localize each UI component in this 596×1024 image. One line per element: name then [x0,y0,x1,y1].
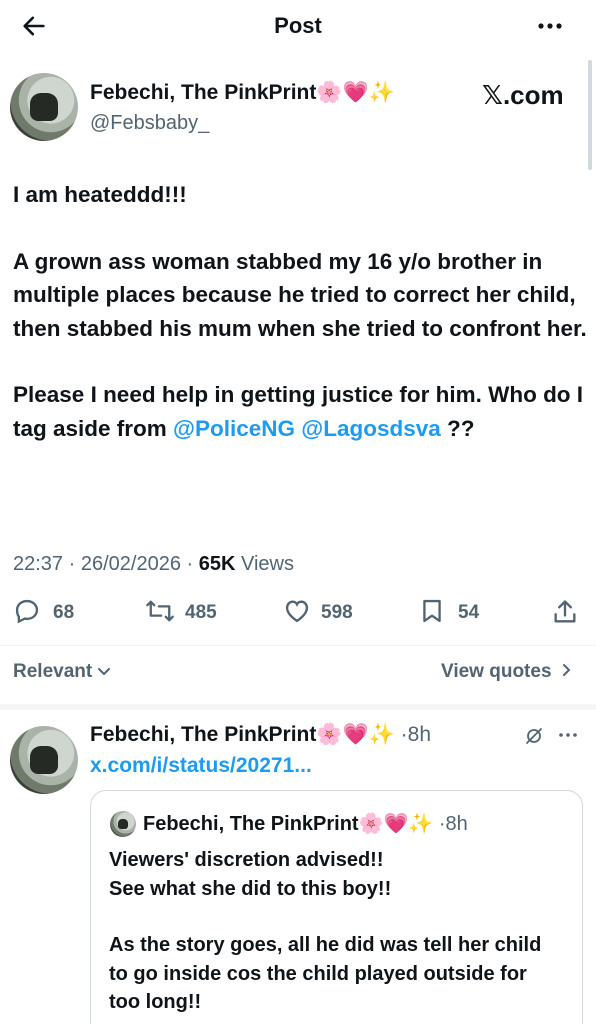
post-meta: 22:37 · 26/02/2026 · 65K Views [13,553,294,575]
view-quotes-link[interactable]: View quotes [441,661,572,683]
grok-slash-icon[interactable] [523,725,545,747]
quote-author-name: Febechi, The PinkPrint [143,813,359,835]
view-quotes-label: View quotes [441,661,552,682]
quote-line-2: See what she did to this boy!! [109,877,392,900]
quote-author-row: Febechi, The PinkPrint🌸💗✨ ·8h [143,811,468,836]
reply-count: 68 [53,602,75,623]
divider-bottom [0,704,596,710]
post-paragraph-2: A grown ass woman stabbed my 16 y/o brot… [13,248,587,341]
post-paragraph-3-text: Please I need help in getting justice fo… [13,382,584,441]
mention-policeng[interactable]: @PoliceNG [173,416,295,441]
reply-link[interactable]: x.com/i/status/20271... [90,754,312,778]
reply-author-row[interactable]: Febechi, The PinkPrint🌸💗✨ ·8h [90,722,431,747]
bookmark-action[interactable]: 54 [418,598,479,628]
reply-author-name[interactable]: Febechi, The PinkPrint [90,723,316,746]
post-date[interactable]: 26/02/2026 [81,553,181,575]
views-count: 65K [198,553,236,575]
reply-time[interactable]: ·8h [395,723,431,746]
heart-icon [283,597,311,630]
bookmark-count: 54 [458,602,480,623]
reply-avatar[interactable] [10,726,78,794]
header-bar: Post [0,0,596,52]
sort-label: Relevant [13,661,93,682]
quote-avatar [110,811,136,837]
author-name-row[interactable]: Febechi, The PinkPrint🌸💗✨ [90,80,395,105]
quote-author-emojis: 🌸💗✨ [358,811,434,835]
bookmark-icon [418,597,446,630]
repost-action[interactable]: 485 [145,598,217,628]
sort-dropdown[interactable]: Relevant [13,661,111,683]
like-action[interactable]: 598 [283,598,353,628]
quote-paragraph-2: As the story goes, all he did was tell h… [109,934,542,1013]
reply-author-emojis: 🌸💗✨ [316,722,395,746]
more-dots-icon[interactable] [535,14,565,38]
post-line-1: I am heateddd!!! [13,182,187,207]
quote-text: Viewers' discretion advised!! See what s… [109,846,569,1017]
reply-more-icon[interactable] [557,727,579,743]
mention-lagosdsva[interactable]: @Lagosdsva [301,416,440,441]
repost-icon [145,597,175,630]
author-handle[interactable]: @Febsbaby_ [90,112,209,135]
chevron-down-icon [97,661,111,683]
page-title: Post [274,13,322,38]
author-emojis: 🌸💗✨ [316,80,395,104]
share-icon[interactable] [551,598,579,626]
repost-count: 485 [185,602,217,623]
post-paragraph-3-end: ?? [440,415,475,441]
scrollbar[interactable] [588,60,592,170]
reply-icon [13,597,41,630]
author-avatar[interactable] [10,73,78,141]
post-time[interactable]: 22:37 [13,553,63,575]
reply-action[interactable]: 68 [13,598,74,628]
quote-line-1: Viewers' discretion advised!! [109,849,384,871]
post-text: I am heateddd!!! A grown ass woman stabb… [13,178,588,445]
quote-time: ·8h [433,813,468,835]
x-watermark: 𝕏.com [482,80,564,110]
post-paragraph-3: Please I need help in getting justice fo… [13,378,588,445]
author-name[interactable]: Febechi, The PinkPrint [90,81,316,104]
chevron-right-icon [562,661,572,683]
divider-top [0,645,596,646]
views-label: Views [241,553,294,575]
like-count: 598 [321,602,353,623]
